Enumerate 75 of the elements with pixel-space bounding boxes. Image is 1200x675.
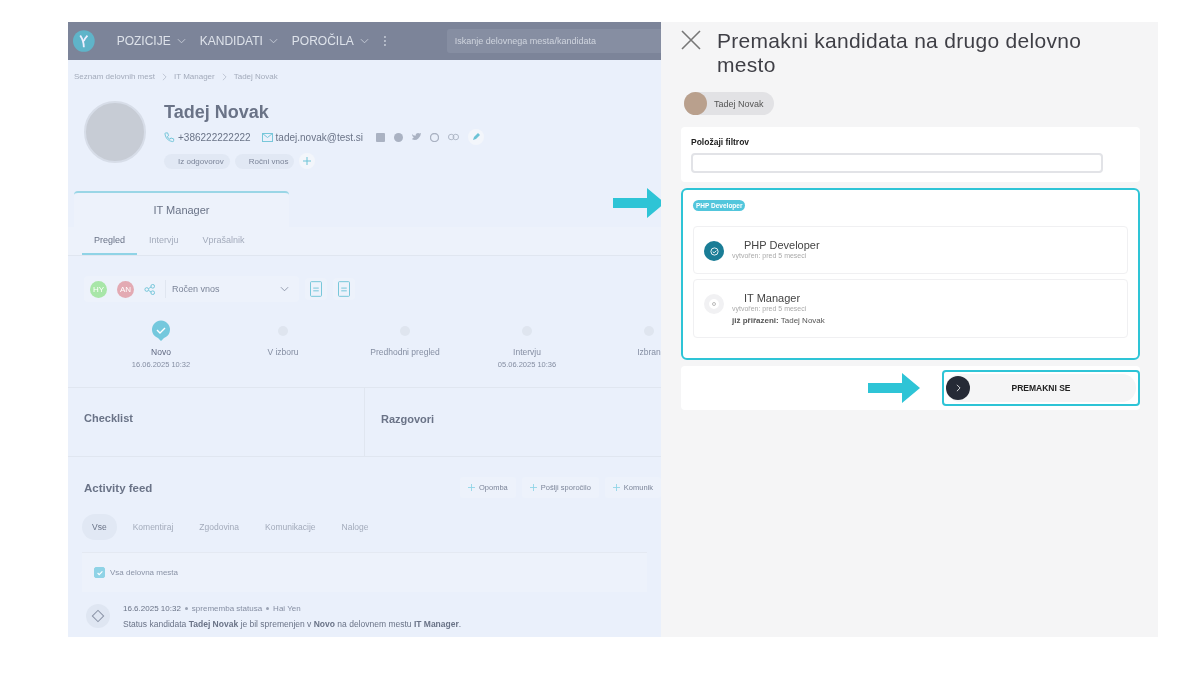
section-title: Checklist [84,412,133,424]
breadcrumb-link[interactable]: Seznam delovnih mest [74,72,155,81]
edit-icon[interactable] [468,129,484,145]
breadcrumb-link[interactable]: IT Manager [173,72,215,81]
add-icon[interactable] [299,153,316,169]
source-tag: Ročni vnos [234,153,295,169]
user-avatar: HY [90,280,107,298]
move-button[interactable]: PREMAKNI SE [946,374,1136,402]
sub-tab[interactable]: Vprašalnik [190,227,257,255]
filter-field[interactable] [691,153,1103,173]
nav-menu-item[interactable]: POZICIJE [116,34,186,48]
radio-button[interactable] [704,241,724,261]
chevron-icon [268,38,278,44]
filter-tab[interactable]: Komentiraj [122,514,184,540]
source-tag: Iz odgovorov [164,153,230,169]
entry-date: 16.6.2025 10:32 [123,604,181,613]
filter-tab[interactable]: Komunikacije [255,514,326,540]
plus-icon [529,484,537,491]
chevron-icon [955,384,961,392]
user-avatar: AN [117,280,134,298]
field-label: Položaji filtrov [691,137,751,147]
source-dropdown[interactable]: Ročen vnos [165,280,293,298]
breadcrumb-link[interactable]: Tadej Novak [233,72,278,81]
checkmark-icon [709,246,719,256]
entry-author: Hai Yen [273,604,301,613]
nav-menu-item[interactable]: KANDIDATI [199,34,278,48]
assigned-note: již přiřazeni: Tadej Novak [732,316,825,325]
status-change-icon [86,604,110,628]
job-title: IT Manager [743,292,802,304]
plus-icon [612,484,620,491]
checkmark-icon [95,568,104,577]
candidate-name: Tadej Novak [714,98,764,109]
job-title: PHP Developer [743,239,820,251]
share-icon[interactable] [144,283,155,295]
stage-label: V izboru [267,347,299,357]
chevron-icon [176,38,186,44]
phone-icon [164,131,175,143]
pointer-arrow [613,188,661,218]
entry-type: sprememba statusa [191,604,263,613]
candidate-name: Tadej Novak [164,102,270,123]
stage-label: Predhodni pregled [370,347,440,357]
twitter-icon[interactable] [412,132,421,142]
filter-tab[interactable]: Zgodovina [189,514,249,540]
nav-menu-item[interactable]: POROČILA [291,34,369,48]
stage-label: Izbran [637,347,661,357]
bullet-icon [184,607,188,610]
checkbox[interactable] [94,567,105,578]
logo-icon[interactable] [73,30,95,52]
bullet-icon [266,607,270,610]
radio-button[interactable] [704,294,724,314]
entry-message: Status kandidata Tadej Novak je bil spremenjen v Novo na delovnem mestu IT Manager. [123,619,462,629]
more-icon[interactable] [382,35,387,47]
sub-tab[interactable]: Intervju [137,227,191,255]
phone-number[interactable]: +386222222222 [178,131,251,143]
close-icon[interactable] [681,30,701,50]
search-field[interactable]: Iskanje delovnega mesta/kandidata [446,29,661,53]
chevron-icon [161,72,167,81]
link-icon[interactable] [448,133,459,141]
mail-icon [261,132,273,142]
email-address[interactable]: tadej.novak@test.si [275,131,363,143]
panel-title: Premakni kandidata na drugo delovno mesto [717,29,1083,77]
pointer-arrow [868,373,920,403]
avatar-placeholder [684,92,707,115]
chevron-icon [359,38,369,44]
section-title: Activity feed [84,481,153,494]
sub-tab[interactable]: Pregled [82,227,138,255]
section-title: Razgovori [381,413,435,425]
chevron-icon [221,72,227,81]
stage-label: Intervju [513,347,541,357]
filter-tab[interactable]: Vse [82,514,117,540]
checkbox-label: Vsa delovna mesta [110,568,179,577]
chevron-icon [280,286,289,292]
filter-tab[interactable]: Naloge [331,514,379,540]
stage-label: Novo [151,347,171,357]
plus-icon [468,484,475,491]
